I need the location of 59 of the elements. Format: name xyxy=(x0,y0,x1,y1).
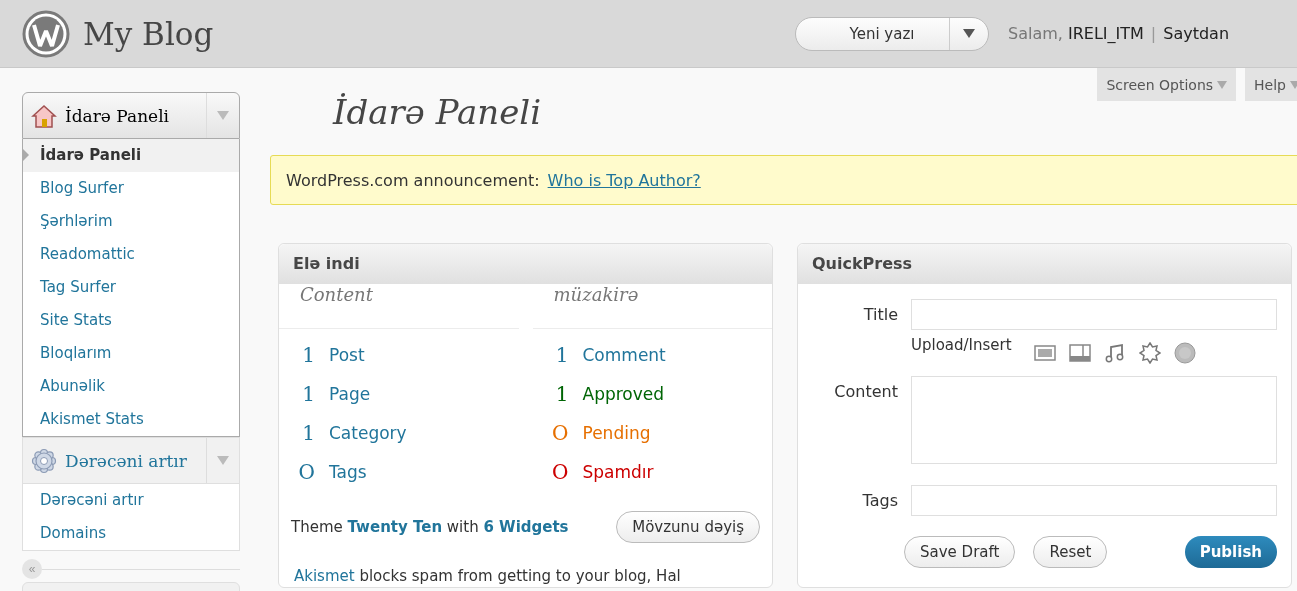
page-title: İdarə Paneli xyxy=(331,91,542,134)
sidebar-item[interactable]: Readomattic xyxy=(23,238,239,271)
new-post-dropdown[interactable]: Yeni yazı xyxy=(795,16,989,51)
form-button[interactable]: Save Draft xyxy=(904,536,1016,568)
stat-link[interactable]: Category xyxy=(329,422,407,443)
widget-title: Elə indi xyxy=(279,244,772,284)
separator-text: | xyxy=(1150,24,1157,43)
field-label: Content xyxy=(833,381,898,401)
sidebar-item[interactable]: Şərhlərim xyxy=(23,205,239,238)
sidebar-item[interactable]: İdarə Paneli xyxy=(23,139,239,172)
count-text: O xyxy=(551,420,569,445)
logout-link[interactable]: Saytdan xyxy=(1163,24,1230,43)
field-label: Tags xyxy=(861,491,898,510)
theme-link[interactable]: 6 Widgets xyxy=(483,518,569,536)
theme-link[interactable]: Twenty Ten xyxy=(347,518,443,536)
akismet-link[interactable]: Akismet xyxy=(294,567,355,585)
count-text: 1 xyxy=(554,381,569,406)
count-text: 1 xyxy=(301,342,315,367)
sidebar-item[interactable]: Bloqlarım xyxy=(23,337,239,370)
stat-link[interactable]: Approved xyxy=(582,383,665,404)
sidebar-item[interactable]: Domains xyxy=(23,517,239,550)
widget-title: QuickPress xyxy=(798,244,1291,284)
stat-link[interactable]: Pending xyxy=(582,422,651,443)
column-heading: müzakirə xyxy=(532,284,772,329)
sidebar-item[interactable]: Akismet Stats xyxy=(23,403,239,436)
site-title: My Blog xyxy=(83,15,215,52)
stat-link[interactable]: Tags xyxy=(329,461,367,482)
upload-label: Upload/Insert xyxy=(911,336,1012,354)
stat-link[interactable]: Post xyxy=(329,344,365,365)
column-heading: Content xyxy=(279,284,519,329)
theme-info: Theme Twenty Ten with 6 Widgets xyxy=(291,518,569,536)
form-button[interactable]: Reset xyxy=(1033,536,1108,568)
user-link[interactable]: IRELI_ITM xyxy=(1068,24,1144,43)
change-theme-button[interactable]: Mövzunu dəyiş xyxy=(616,511,760,543)
menu-title[interactable]: İdarə Paneli xyxy=(65,105,206,126)
sidebar-item[interactable]: Site Stats xyxy=(23,304,239,337)
count-text: 1 xyxy=(301,420,315,445)
sidebar-item[interactable]: Tag Surfer xyxy=(23,271,239,304)
count-text: 1 xyxy=(301,381,315,406)
stat-link[interactable]: Spamdır xyxy=(582,461,654,482)
sidebar-item[interactable]: Abunəlik xyxy=(23,370,239,403)
count-text: O xyxy=(551,459,569,484)
announcement-text: WordPress.com announcement: xyxy=(286,170,540,190)
field-label: Title xyxy=(862,305,898,324)
screen-tab[interactable]: Screen Options xyxy=(1097,68,1237,101)
menu-header[interactable]: İdarə Paneli xyxy=(22,92,240,139)
menu-header[interactable]: Dərəcəni artır xyxy=(22,437,240,484)
publish-button[interactable]: Publish xyxy=(1184,536,1277,568)
count-text: O xyxy=(297,459,315,484)
greeting-text: Salam, xyxy=(1008,24,1063,43)
sidebar-item[interactable]: Blog Surfer xyxy=(23,172,239,205)
screen-tab[interactable]: Help xyxy=(1245,68,1297,101)
akismet-text: Akismet blocks spam from getting to your blog, Hal xyxy=(294,567,682,585)
sidebar-item[interactable]: Dərəcəni artır xyxy=(23,484,239,517)
count-text: 1 xyxy=(554,342,569,367)
stat-link[interactable]: Page xyxy=(329,383,371,404)
menu-title[interactable]: Dərəcəni artır xyxy=(65,450,206,471)
stat-link[interactable]: Comment xyxy=(582,344,666,365)
announcement-link[interactable]: Who is Top Author? xyxy=(547,170,701,190)
